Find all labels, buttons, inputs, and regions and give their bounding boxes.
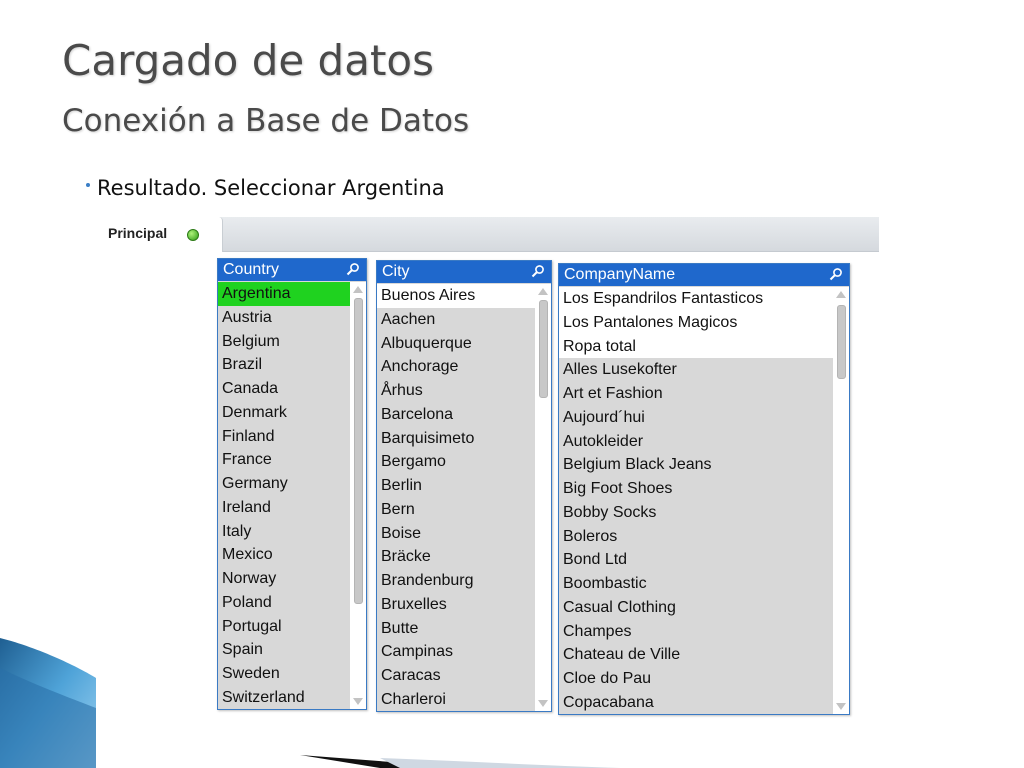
slide-subtitle: Conexión a Base de Datos xyxy=(62,103,470,139)
list-item[interactable]: Boise xyxy=(377,521,535,546)
list-item[interactable]: Bruxelles xyxy=(377,592,535,617)
list-item[interactable]: Ropa total xyxy=(559,334,833,359)
list-item[interactable]: Bond Ltd xyxy=(559,548,833,572)
list-item[interactable]: Butte xyxy=(377,616,535,641)
list-item[interactable]: Caracas xyxy=(377,664,535,688)
list-item[interactable]: Austria xyxy=(218,305,350,330)
list-item[interactable]: Champes xyxy=(559,619,833,644)
search-icon[interactable] xyxy=(829,267,843,281)
list-item[interactable]: Cloe do Pau xyxy=(559,667,833,691)
list-item[interactable]: Belgium Black Jeans xyxy=(559,453,833,477)
list-item[interactable]: Finland xyxy=(218,424,350,449)
list-item[interactable]: Mexico xyxy=(218,543,350,567)
list-item[interactable]: Buenos Aires xyxy=(377,284,535,308)
listbox-company-title: CompanyName xyxy=(564,266,676,283)
list-item[interactable]: Bräcke xyxy=(377,545,535,569)
slide-title: Cargado de datos xyxy=(62,36,434,85)
sheet-body: Country Argentina Austria Belgium Brazil Can… xyxy=(96,252,879,744)
listbox-country-header[interactable]: Country xyxy=(218,259,366,281)
list-item[interactable]: Campinas xyxy=(377,640,535,664)
listbox-company-items: Los Espandrilos Fantasticos Los Pantalone… xyxy=(559,287,833,714)
listbox-country-items: Argentina Austria Belgium Brazil Canada Denma… xyxy=(218,282,350,709)
listbox-company-header[interactable]: CompanyName xyxy=(559,264,849,286)
list-item[interactable]: Copacabana xyxy=(559,690,833,714)
search-icon[interactable] xyxy=(531,264,545,278)
tab-label: Principal xyxy=(108,225,168,241)
list-item[interactable]: Autokleider xyxy=(559,429,833,454)
listbox-country[interactable]: Country Argentina Austria Belgium Brazil Can… xyxy=(217,258,367,710)
list-item[interactable]: Sweden xyxy=(218,662,350,686)
list-item[interactable]: Chateau de Ville xyxy=(559,643,833,667)
list-item[interactable]: Brandenburg xyxy=(377,569,535,593)
scrollbar-thumb[interactable] xyxy=(354,298,363,604)
listbox-company[interactable]: CompanyName Los Espandrilos Fantasticos L… xyxy=(558,263,850,715)
list-item[interactable]: Aachen xyxy=(377,307,535,332)
list-item[interactable]: Boleros xyxy=(559,524,833,549)
bullet-item: Resultado. Seleccionar Argentina xyxy=(86,174,445,202)
list-item[interactable]: Norway xyxy=(218,567,350,591)
list-item[interactable]: Charleroi xyxy=(377,687,535,711)
listbox-city-header[interactable]: City xyxy=(377,261,551,283)
list-item[interactable]: Albuquerque xyxy=(377,331,535,356)
scroll-down-arrow-icon[interactable] xyxy=(836,703,846,710)
bullet-text: Resultado. Seleccionar Argentina xyxy=(97,176,445,200)
list-item[interactable]: Los Pantalones Magicos xyxy=(559,310,833,335)
listbox-city[interactable]: City Buenos Aires Aachen Albuquerque Anchor… xyxy=(376,260,552,712)
search-icon[interactable] xyxy=(346,262,360,276)
list-item[interactable]: Germany xyxy=(218,472,350,496)
list-item[interactable]: Ireland xyxy=(218,495,350,520)
list-item[interactable]: Alles Lusekofter xyxy=(559,358,833,382)
scroll-up-arrow-icon[interactable] xyxy=(538,288,548,295)
scroll-down-arrow-icon[interactable] xyxy=(353,698,363,705)
list-item[interactable]: Århus xyxy=(377,379,535,403)
scroll-up-arrow-icon[interactable] xyxy=(836,291,846,298)
list-item[interactable]: Big Foot Shoes xyxy=(559,477,833,501)
list-item[interactable]: Belgium xyxy=(218,329,350,354)
listbox-city-items: Buenos Aires Aachen Albuquerque Anchorage År… xyxy=(377,284,535,711)
list-item[interactable]: Barquisimeto xyxy=(377,426,535,451)
scrollbar[interactable] xyxy=(833,287,849,714)
list-item[interactable]: Spain xyxy=(218,638,350,662)
list-item[interactable]: Bobby Socks xyxy=(559,500,833,525)
list-item[interactable]: Poland xyxy=(218,590,350,615)
scrollbar-thumb[interactable] xyxy=(539,300,548,398)
tab-bar: Principal xyxy=(96,217,879,253)
list-item[interactable]: Anchorage xyxy=(377,355,535,379)
bullet-icon xyxy=(86,183,90,187)
list-item[interactable]: Aujourd´hui xyxy=(559,405,833,430)
scroll-up-arrow-icon[interactable] xyxy=(353,286,363,293)
list-item[interactable]: Boombastic xyxy=(559,572,833,596)
list-item[interactable]: France xyxy=(218,448,350,472)
scrollbar[interactable] xyxy=(535,284,551,711)
tab-principal[interactable]: Principal xyxy=(96,217,223,253)
list-item[interactable]: Canada xyxy=(218,377,350,401)
list-item[interactable]: Los Espandrilos Fantasticos xyxy=(559,287,833,311)
list-item[interactable]: Portugal xyxy=(218,614,350,639)
list-item[interactable]: Barcelona xyxy=(377,402,535,427)
scrollbar-thumb[interactable] xyxy=(837,305,846,379)
list-item[interactable]: Bergamo xyxy=(377,450,535,474)
list-item[interactable]: Bern xyxy=(377,497,535,522)
list-item[interactable]: Denmark xyxy=(218,400,350,425)
list-item[interactable]: Switzerland xyxy=(218,685,350,709)
list-item[interactable]: Brazil xyxy=(218,353,350,377)
qlikview-app: Principal Country Argentina Austria Belgiu… xyxy=(96,217,879,744)
list-item[interactable]: Berlin xyxy=(377,474,535,498)
list-item[interactable]: Italy xyxy=(218,519,350,544)
scroll-down-arrow-icon[interactable] xyxy=(538,700,548,707)
listbox-city-title: City xyxy=(382,263,410,280)
list-item[interactable]: Art et Fashion xyxy=(559,382,833,406)
list-item[interactable]: Argentina xyxy=(218,282,350,306)
listbox-country-title: Country xyxy=(223,261,280,278)
list-item[interactable]: Casual Clothing xyxy=(559,595,833,620)
scrollbar[interactable] xyxy=(350,282,366,709)
status-dot-icon xyxy=(187,229,199,241)
